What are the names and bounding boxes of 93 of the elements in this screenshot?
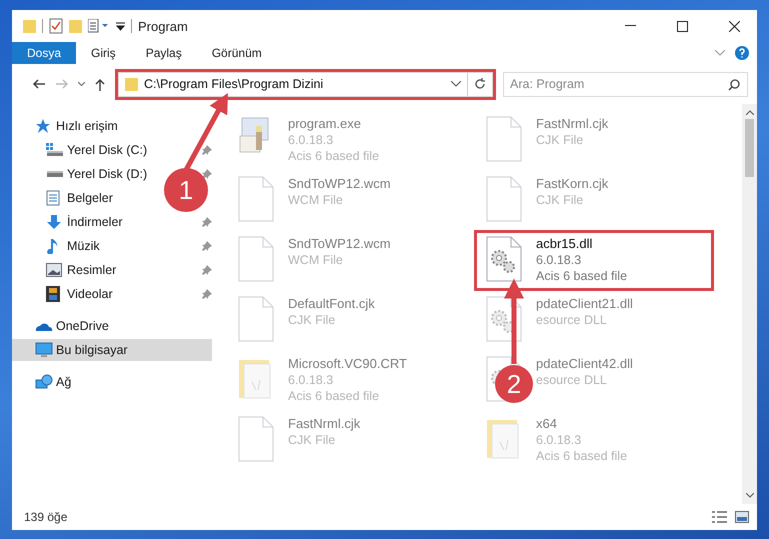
file-detail: CJK File [288,312,336,328]
scroll-down-icon[interactable] [746,493,754,498]
sidebar-item[interactable]: Belgeler [12,187,117,209]
file-icon [486,176,522,222]
search-icon [728,78,740,90]
film-icon [46,286,60,302]
scrollbar-thumb[interactable] [745,119,754,177]
drive-icon [46,143,64,157]
properties-icon[interactable] [88,19,110,33]
file-detail: CJK File [288,432,336,448]
network-icon [35,374,53,390]
file-item[interactable]: acbr15.dll 6.0.18.3 Acis 6 based file [476,232,712,289]
pin-icon[interactable] [202,169,212,179]
close-icon[interactable] [728,20,740,32]
document-icon [46,190,60,206]
large-icons-view-icon[interactable] [735,510,749,522]
sidebar-item[interactable]: İndirmeler [12,211,127,233]
pictures-icon [46,263,62,277]
file-name[interactable]: pdateClient21.dll [536,296,633,312]
file-detail: esource DLL [536,312,608,328]
file-detail: 6.0.18.3 [288,132,334,148]
sidebar-item[interactable]: OneDrive [12,315,113,337]
sidebar-item[interactable]: Yerel Disk (D:) [12,163,152,185]
file-detail: Acis 6 based file [536,268,628,284]
file-name[interactable]: DefaultFont.cjk [288,296,375,312]
sidebar-item[interactable]: Yerel Disk (C:) [12,139,152,161]
file-name[interactable]: SndToWP12.wcm [288,176,391,192]
file-icon [238,236,274,282]
step-badge: 2 [495,365,533,403]
file-name[interactable]: pdateClient42.dll [536,356,633,372]
download-icon [46,214,62,230]
back-arrow-icon[interactable] [32,79,44,89]
file-name[interactable]: FastNrml.cjk [288,416,360,432]
file-name[interactable]: FastNrml.cjk [536,116,608,132]
file-detail: Acis 6 based file [288,388,380,404]
refresh-icon[interactable] [474,78,486,90]
checklist-icon[interactable] [49,18,63,34]
file-icon [238,296,274,342]
file-detail: CJK File [536,192,584,208]
file-name: acbr15.dll [536,236,594,252]
music-note-icon [46,238,58,254]
ribbon-tab[interactable]: Dosya [12,42,76,64]
sidebar-item[interactable]: Resimler [12,259,120,281]
pin-icon[interactable] [202,289,212,299]
file-detail: WCM File [288,192,344,208]
file-name[interactable]: x64 [536,416,628,432]
file-detail: WCM File [288,252,344,268]
pin-icon[interactable] [202,265,212,275]
dropdown-icon[interactable] [116,21,125,31]
gear-file-icon [486,236,522,282]
file-detail: Acis 6 based file [536,448,628,464]
pin-icon[interactable] [202,241,212,251]
file-name[interactable]: FastKorn.cjk [536,176,608,192]
sidebar-item[interactable]: Videolar [12,283,117,305]
sidebar-item[interactable]: Ağ [12,371,76,393]
ribbon-tab[interactable]: Görünüm [196,42,277,64]
file-name[interactable]: Microsoft.VC90.CRT [288,356,407,372]
file-icon [238,176,274,222]
file-detail: esource DLL [536,372,608,388]
details-view-icon[interactable] [712,510,727,524]
file-detail: 6.0.18.3 [536,252,582,268]
minimize-icon[interactable] [624,25,636,27]
chevron-down-icon[interactable] [78,82,84,86]
computer-icon [35,342,53,358]
search-field[interactable]: Ara: Program [503,72,748,96]
file-detail: Acis 6 based file [288,148,380,164]
folder-icon [125,77,138,91]
sidebar-item[interactable]: Hızlı erişim [12,115,122,137]
file-icon [486,116,522,162]
item-count: 139 öğe [24,510,68,524]
step-badge: 1 [164,168,208,212]
pin-icon[interactable] [202,145,212,155]
file-name[interactable]: SndToWP12.wcm [288,236,391,252]
up-arrow-icon[interactable] [95,78,105,90]
help-icon[interactable] [735,46,749,60]
chevron-down-icon[interactable] [451,81,461,87]
file-icon [238,416,274,462]
scroll-up-icon[interactable] [746,110,754,115]
file-name[interactable]: program.exe [288,116,380,132]
sidebar-item[interactable]: Bu bilgisayar [12,339,212,361]
window-title: Program [138,18,188,34]
cloud-icon [35,320,53,332]
file-detail: 6.0.18.3 [536,432,582,448]
drive-icon [46,170,64,178]
pin-icon[interactable] [202,217,212,227]
gear-file-icon [486,296,522,342]
ribbon-tab[interactable]: Paylaş [130,42,197,64]
file-detail: 6.0.18.3 [288,372,334,388]
maximize-icon[interactable] [676,20,688,32]
file-detail: CJK File [536,132,584,148]
ribbon-tab[interactable]: Giriş [76,42,131,64]
sidebar-item[interactable]: Müzik [12,235,104,257]
star-icon [35,118,51,134]
